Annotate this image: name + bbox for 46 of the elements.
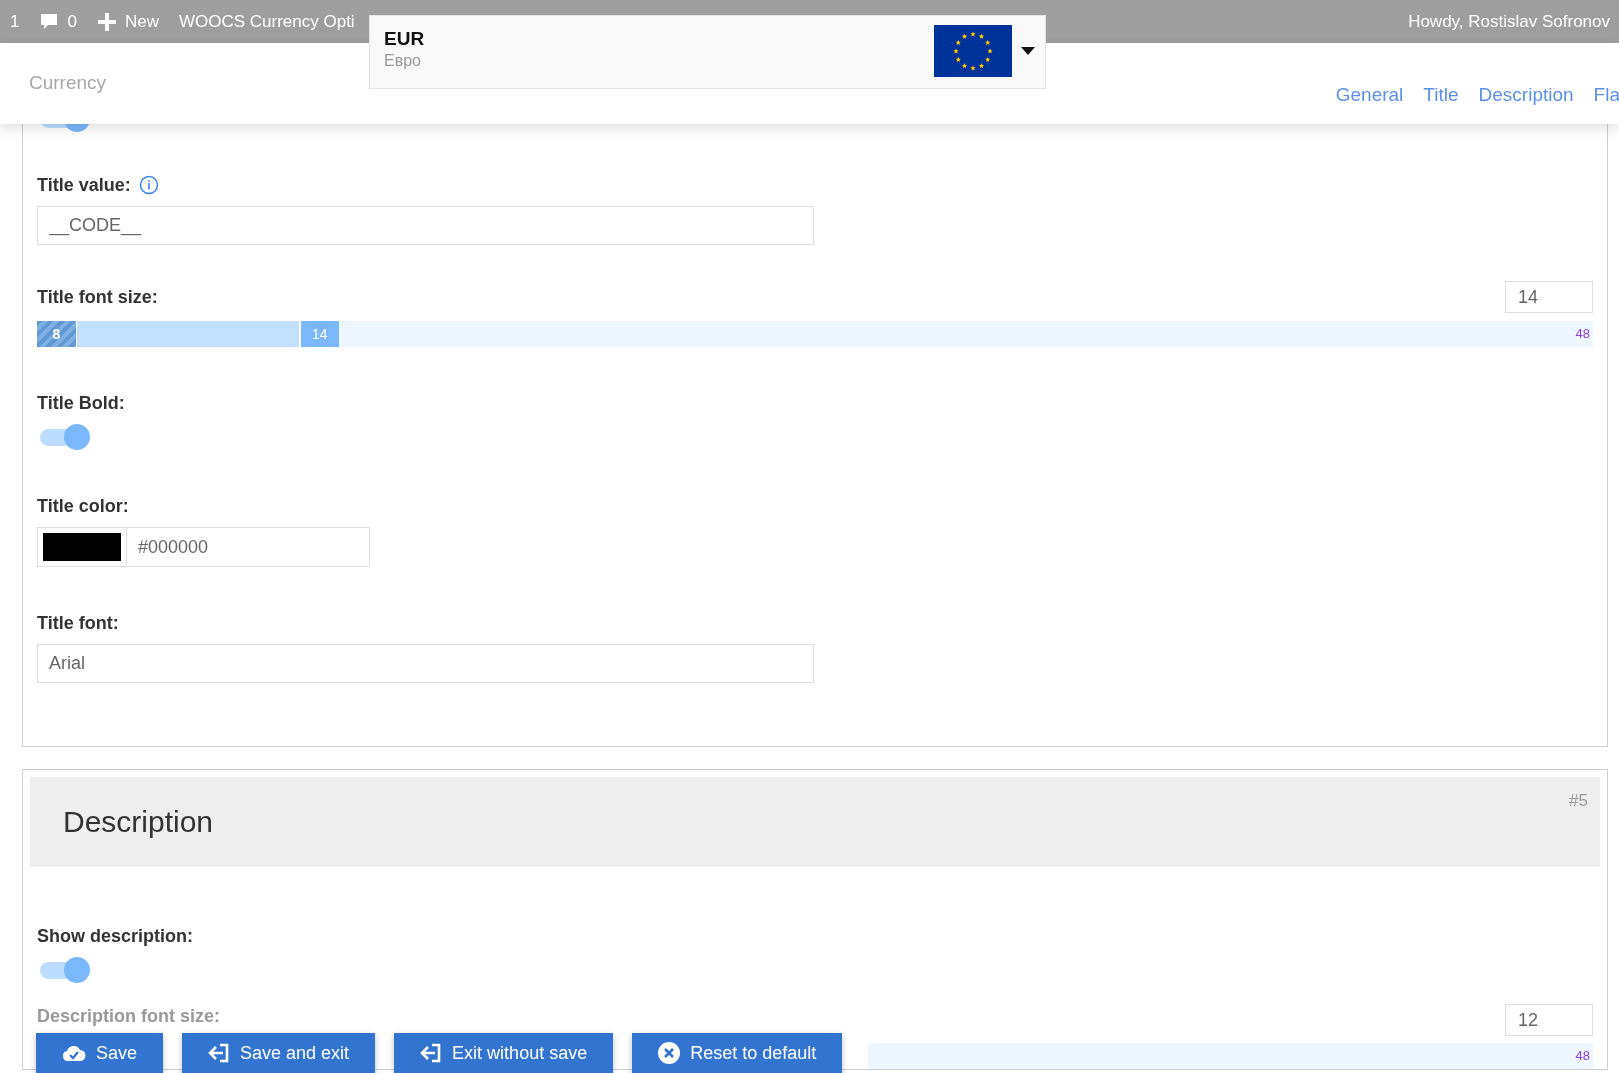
plus-icon: [96, 11, 117, 32]
admin-bar-link[interactable]: New: [124, 11, 159, 32]
field-label: Title Bold:: [37, 392, 125, 414]
slider-max-label: 48: [1575, 326, 1590, 341]
exit-icon: [420, 1043, 443, 1063]
close-icon: [658, 1042, 681, 1064]
user-greeting[interactable]: Howdy, Rostislav Sofronov: [1408, 12, 1610, 32]
page-title: Currency: [29, 72, 107, 94]
color-field[interactable]: #000000: [37, 527, 370, 567]
slider-min-label: 8: [37, 321, 77, 347]
reset-button[interactable]: Reset to default: [632, 1033, 843, 1073]
save-button[interactable]: Save: [36, 1033, 164, 1073]
currency-dropdown[interactable]: EUR Евро: [369, 15, 1046, 89]
number-field[interactable]: 12: [1505, 1004, 1593, 1036]
slider-max-label: 48: [1575, 1048, 1590, 1063]
color-swatch[interactable]: [43, 533, 121, 561]
number-field[interactable]: 14: [1505, 281, 1593, 313]
exit-button[interactable]: Save and exit: [182, 1033, 376, 1073]
field-label: Show description:: [37, 925, 193, 947]
admin-bar-link[interactable]: 1: [10, 11, 20, 32]
section-link[interactable]: Title: [1423, 84, 1459, 106]
field-label: Title font:: [37, 612, 119, 634]
admin-bar-link[interactable]: WOOCS Currency Opti: [178, 11, 355, 32]
exit-button[interactable]: Exit without save: [394, 1033, 614, 1073]
comment-icon: [39, 11, 60, 32]
slider-track[interactable]: 48: [868, 1043, 1593, 1069]
text-field[interactable]: Arial: [37, 644, 814, 683]
section-link[interactable]: General: [1335, 84, 1404, 106]
field-label: Title value:: [37, 174, 131, 196]
flag-icon: [934, 25, 1012, 77]
field-label: Title font size:: [37, 286, 158, 308]
exit-icon: [208, 1043, 231, 1063]
comment-count[interactable]: 0: [67, 11, 77, 32]
section-number: #5: [1569, 791, 1588, 811]
text-field[interactable]: __CODE__: [37, 206, 814, 245]
caret-icon: [1021, 47, 1035, 55]
section-link[interactable]: Description: [1478, 84, 1574, 106]
toggle-switch[interactable]: [40, 424, 92, 450]
currency-name: Евро: [384, 52, 421, 70]
field-label: Description font size:: [37, 1005, 220, 1027]
cloud-check-icon: [62, 1044, 86, 1062]
toggle-switch[interactable]: [40, 957, 92, 983]
currency-code: EUR: [384, 28, 425, 50]
section-title: Description: [63, 805, 214, 839]
range-slider[interactable]: 8 14 48: [37, 321, 1593, 347]
field-label: Title color:: [37, 495, 129, 517]
